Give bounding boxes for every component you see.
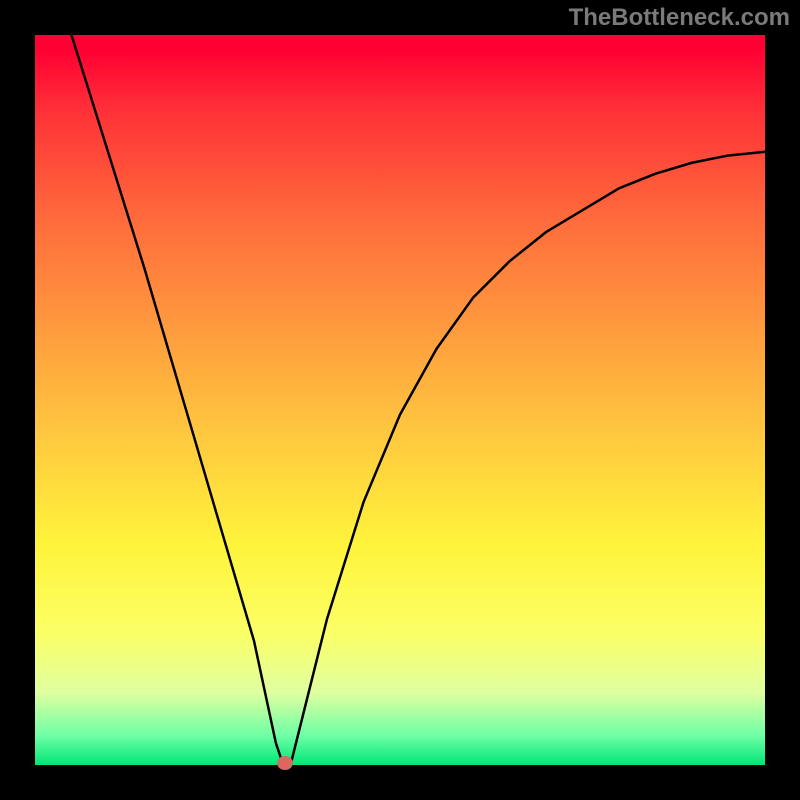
bottleneck-curve	[35, 35, 765, 765]
minimum-marker	[277, 756, 293, 770]
watermark-text: TheBottleneck.com	[569, 4, 790, 32]
curve-layer	[35, 35, 765, 765]
chart-container: TheBottleneck.com	[0, 0, 800, 800]
